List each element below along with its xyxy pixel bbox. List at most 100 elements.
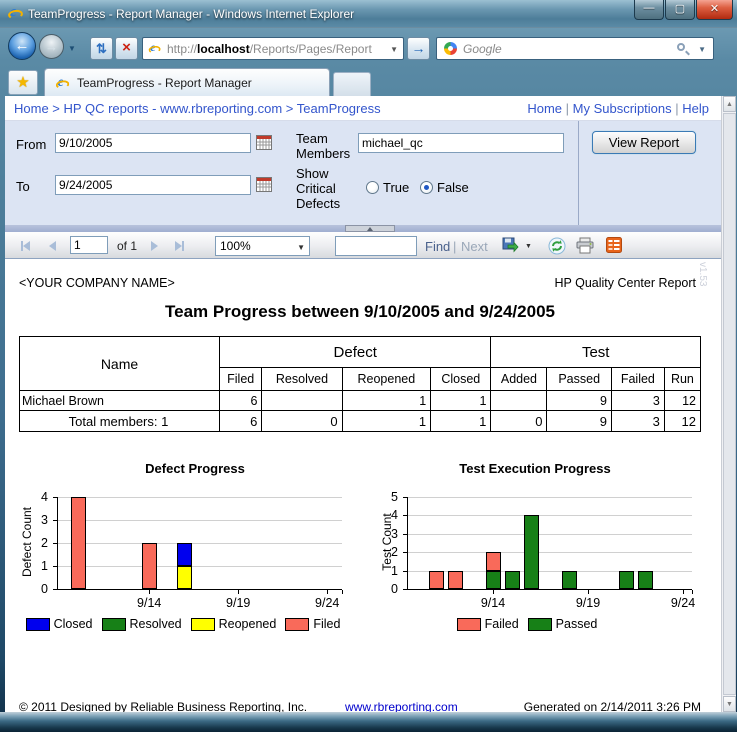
history-dropdown-icon[interactable]: ▼ — [68, 44, 76, 53]
link-help[interactable]: Help — [682, 101, 709, 116]
go-button[interactable]: → — [407, 37, 430, 60]
tab-title: TeamProgress - Report Manager — [77, 76, 252, 90]
link-hp-qc-reports-www-rbreporting-com[interactable]: HP QC reports - www.rbreporting.com — [64, 101, 283, 116]
radio-true-label[interactable]: True — [383, 180, 409, 195]
data-feed-icon[interactable] — [606, 237, 622, 253]
team-members-input[interactable] — [358, 133, 564, 153]
value-cell: 6 — [220, 391, 262, 411]
parameter-form: From To Team Members Show Critical Defec… — [5, 121, 721, 225]
find-next-separator: | — [453, 239, 456, 254]
favorites-button[interactable]: ★ — [8, 70, 38, 95]
page-count-label: of 1 — [117, 239, 137, 253]
close-button[interactable]: ✕ — [696, 0, 733, 20]
to-date-input[interactable] — [55, 175, 251, 195]
forward-button[interactable]: → — [39, 34, 64, 59]
table-row: Michael Brown6119312 — [20, 391, 701, 411]
to-calendar-icon[interactable] — [256, 177, 272, 192]
from-date-input[interactable] — [55, 133, 251, 153]
export-icon[interactable] — [502, 237, 519, 254]
address-url: http://localhost/Reports/Pages/Report — [167, 42, 372, 56]
title-bar: e TeamProgress - Report Manager - Window… — [0, 0, 737, 28]
progress-table: Name Defect Test FiledResolvedReopenedCl… — [19, 336, 701, 432]
gridline — [407, 515, 692, 516]
maximize-button[interactable]: ▢ — [665, 0, 695, 20]
legend-item-failed: Failed — [457, 617, 519, 631]
ie-logo-icon: e — [8, 7, 24, 23]
value-cell — [491, 391, 547, 411]
radio-false[interactable] — [420, 181, 433, 194]
value-cell: 6 — [220, 411, 262, 432]
scroll-up-icon[interactable]: ▲ — [723, 96, 736, 112]
bar-passed-9/16 — [524, 515, 539, 589]
page-number-input[interactable] — [70, 236, 108, 254]
y-tick-label: 4 — [380, 508, 398, 522]
first-page-button[interactable] — [21, 241, 30, 251]
new-tab-stub[interactable] — [333, 72, 371, 96]
link-home[interactable]: Home — [14, 101, 49, 116]
next-page-button[interactable] — [151, 241, 158, 251]
search-box[interactable]: Google ▼ — [436, 37, 714, 60]
last-page-button[interactable] — [175, 241, 184, 251]
value-cell: 9 — [547, 391, 611, 411]
find-link[interactable]: Find — [425, 239, 450, 254]
search-dropdown-icon[interactable]: ▼ — [698, 45, 706, 54]
bar-passed-9/21 — [619, 571, 634, 589]
legend-label: Failed — [485, 617, 519, 631]
zoom-select[interactable]: 100%▼ — [215, 236, 310, 256]
legend-label: Closed — [54, 617, 93, 631]
find-input[interactable] — [335, 236, 417, 256]
x-tick-label: 9/24 — [307, 596, 347, 610]
chart-title: Defect Progress — [85, 461, 305, 476]
x-tick-label: 9/19 — [568, 596, 608, 610]
bar-passed-9/22 — [638, 571, 653, 589]
legend-label: Reopened — [219, 617, 277, 631]
link-my-subscriptions[interactable]: My Subscriptions — [573, 101, 672, 116]
vertical-scrollbar[interactable]: ▲ ▼ — [721, 96, 736, 712]
sub-header-closed: Closed — [431, 368, 491, 391]
value-cell: 12 — [664, 391, 700, 411]
chart-title: Test Execution Progress — [425, 461, 645, 476]
team-members-label: Team Members — [296, 131, 358, 161]
tab-teamprogress[interactable]: e TeamProgress - Report Manager — [44, 68, 330, 96]
print-icon[interactable] — [576, 237, 594, 254]
x-tick-label: 9/14 — [129, 596, 169, 610]
legend-swatch — [528, 618, 552, 631]
address-dropdown-icon[interactable]: ▼ — [390, 45, 398, 54]
legend-item-closed: Closed — [26, 617, 93, 631]
back-button[interactable]: ← — [8, 32, 36, 60]
stop-button[interactable]: × — [115, 37, 138, 60]
find-next-link[interactable]: Next — [461, 239, 488, 254]
refresh-button[interactable]: ⇅ — [90, 37, 113, 60]
scroll-down-icon[interactable]: ▼ — [723, 696, 736, 712]
radio-true[interactable] — [366, 181, 379, 194]
value-cell: 1 — [342, 411, 431, 432]
gridline — [57, 520, 342, 521]
refresh-report-icon[interactable] — [548, 237, 566, 255]
y-tick-label: 0 — [30, 582, 48, 596]
collapse-handle[interactable] — [345, 225, 395, 232]
forward-arrow-icon: → — [45, 39, 58, 54]
bar-passed-9/18 — [562, 571, 577, 589]
scrollbar-thumb[interactable] — [723, 113, 736, 695]
x-tick-end — [692, 590, 693, 594]
legend-swatch — [285, 618, 309, 631]
bar-filed-9/10 — [71, 497, 86, 589]
link-home[interactable]: Home — [527, 101, 562, 116]
minimize-button[interactable]: — — [634, 0, 664, 20]
prev-page-button[interactable] — [49, 241, 56, 251]
view-report-button[interactable]: View Report — [592, 131, 696, 154]
sub-header-added: Added — [491, 368, 547, 391]
address-bar[interactable]: e http://localhost/Reports/Pages/Report … — [142, 37, 404, 60]
bar-failed-9/12 — [448, 571, 463, 589]
from-calendar-icon[interactable] — [256, 135, 272, 150]
export-caret-icon[interactable]: ▼ — [525, 243, 532, 250]
sub-header-run: Run — [664, 368, 700, 391]
link-teamprogress[interactable]: TeamProgress — [297, 101, 381, 116]
from-label: From — [16, 137, 46, 152]
row-name-cell: Michael Brown — [20, 391, 220, 411]
x-tick-label: 9/14 — [473, 596, 513, 610]
radio-false-label[interactable]: False — [437, 180, 469, 195]
search-icon[interactable] — [677, 43, 685, 51]
separator: | — [672, 101, 683, 116]
row-name-cell: Total members: 1 — [20, 411, 220, 432]
